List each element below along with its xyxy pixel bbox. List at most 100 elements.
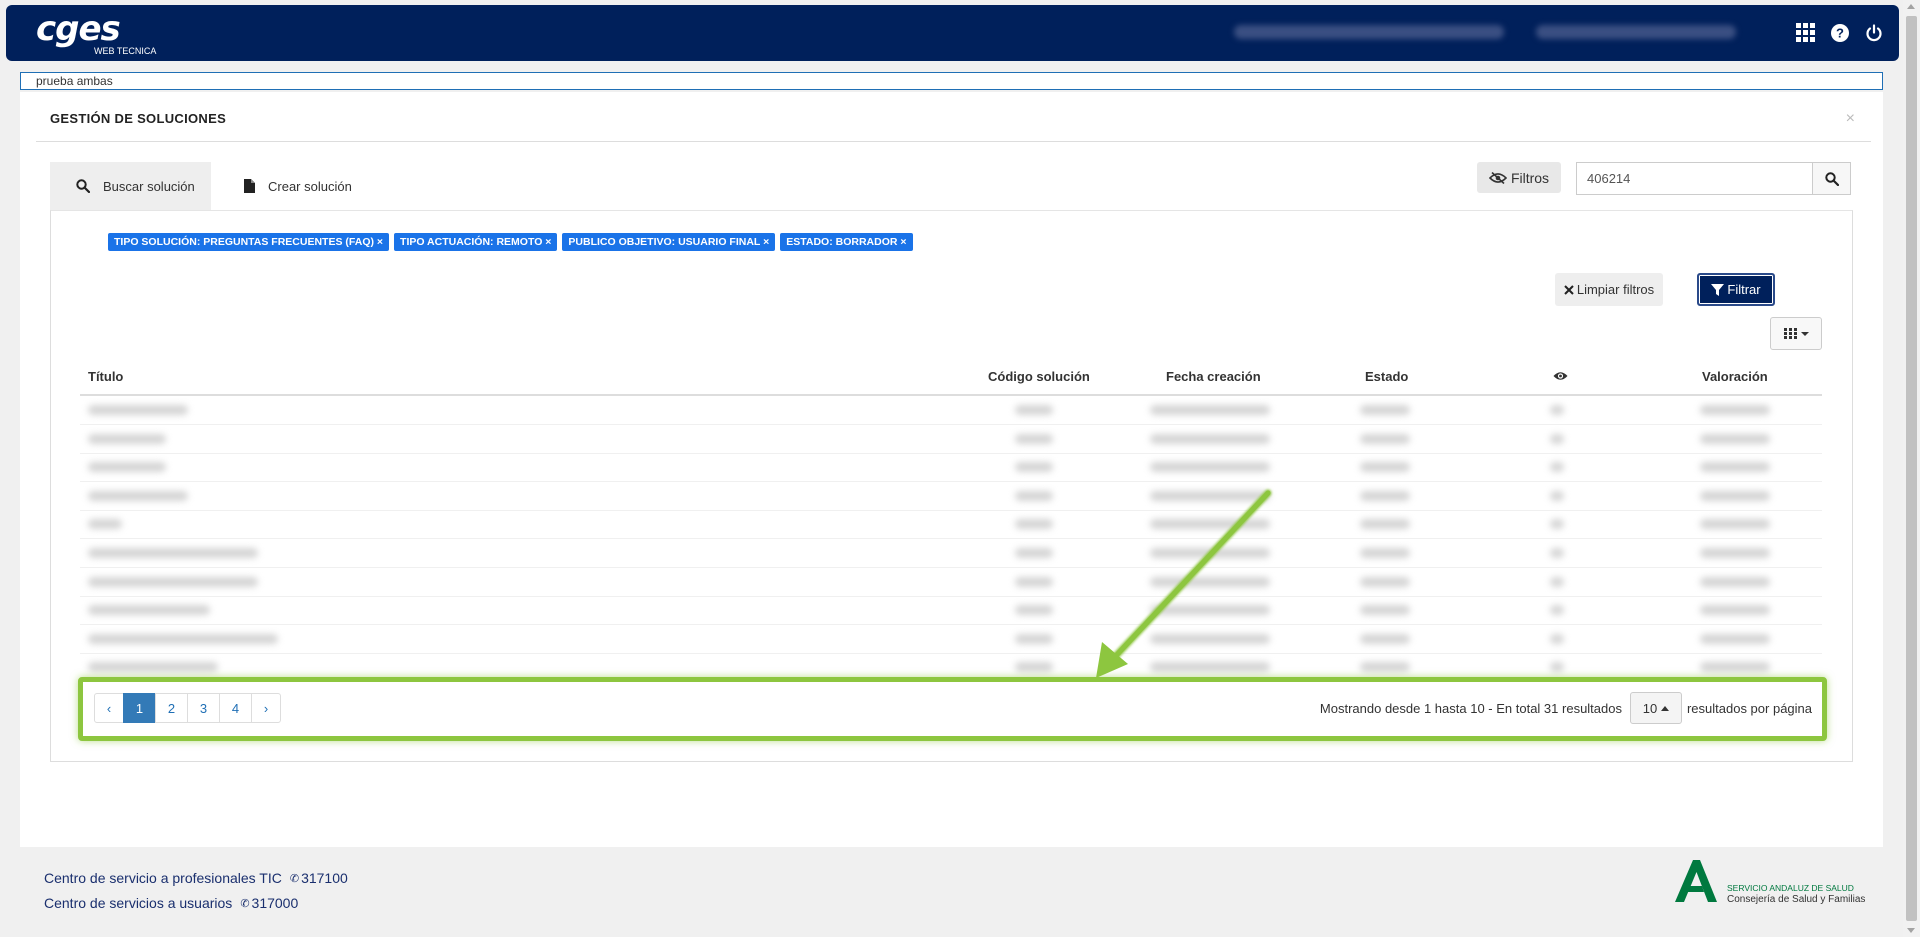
per-page-label: resultados por página [1686, 701, 1812, 716]
tab-crear-solucion[interactable]: Crear solución [226, 162, 376, 210]
document-icon [244, 179, 255, 193]
search-input[interactable]: 406214 [1576, 162, 1812, 195]
column-header-visible[interactable] [1553, 369, 1568, 384]
footer-contact-users: Centro de servicios a usuarios ✆ 317000 [44, 895, 299, 911]
open-tab-field[interactable]: prueba ambas [20, 72, 1883, 90]
filter-chip-tipo-solucion[interactable]: TIPO SOLUCIÓN: PREGUNTAS FRECUENTES (FAQ… [108, 233, 390, 251]
blurred-cell [1550, 405, 1564, 415]
toggle-filters-button[interactable]: Filtros [1477, 162, 1561, 193]
page-button-3[interactable]: 3 [187, 693, 220, 723]
blurred-cell [1700, 633, 1770, 644]
blurred-cell [1700, 576, 1770, 587]
junta-andalucia-logo-icon [1675, 860, 1717, 902]
filter-chip-estado[interactable]: ESTADO: BORRADOR × [780, 233, 913, 251]
page-scrollbar[interactable] [1903, 0, 1920, 937]
funnel-icon [1711, 283, 1725, 296]
blurred-cell [1015, 490, 1053, 501]
blurred-cell [1550, 433, 1564, 444]
column-header-fecha[interactable]: Fecha creación [1166, 369, 1261, 384]
blurred-cell [1015, 662, 1053, 673]
blurred-cell [1150, 405, 1270, 415]
blurred-session-info [1536, 25, 1736, 39]
blurred-cell [88, 576, 258, 587]
divider [36, 141, 1871, 142]
search-button[interactable] [1812, 162, 1851, 195]
grid-icon [1783, 328, 1797, 339]
table-row[interactable] [80, 482, 1822, 511]
table-row[interactable] [80, 510, 1822, 540]
page-next-button[interactable]: › [251, 693, 281, 723]
page-button-1[interactable]: 1 [123, 693, 156, 723]
blurred-cell [1015, 576, 1053, 587]
table-row[interactable] [80, 396, 1822, 425]
table-row[interactable] [80, 539, 1822, 568]
page-button-4[interactable]: 4 [219, 693, 252, 723]
blurred-cell [1700, 662, 1770, 673]
table-row[interactable] [80, 568, 1822, 597]
help-icon[interactable]: ? [1829, 22, 1851, 44]
blurred-cell [88, 662, 218, 673]
blurred-cell [1015, 405, 1053, 415]
power-icon[interactable] [1863, 22, 1885, 44]
search-icon [1824, 171, 1839, 186]
blurred-cell [1360, 433, 1410, 444]
blurred-cell [1015, 433, 1053, 444]
blurred-cell [1150, 576, 1270, 587]
search-icon [76, 179, 90, 193]
blurred-cell [1360, 519, 1410, 530]
page-footer: Centro de servicio a profesionales TIC ✆… [0, 848, 1900, 937]
top-navbar: cges WEB TECNICA ? [6, 5, 1899, 61]
blurred-cell [88, 519, 122, 530]
blurred-cell [1700, 490, 1770, 501]
table-row[interactable] [80, 625, 1822, 654]
blurred-cell [1550, 576, 1564, 587]
blurred-cell [1360, 605, 1410, 616]
page-button-2[interactable]: 2 [155, 693, 188, 723]
table-row[interactable] [80, 596, 1822, 626]
scroll-down-icon[interactable] [1907, 928, 1915, 933]
column-header-valoracion[interactable]: Valoración [1702, 369, 1768, 384]
phone-icon: ✆ [289, 872, 300, 885]
blurred-cell [1360, 462, 1410, 473]
footer-contact-professionals: Centro de servicio a profesionales TIC ✆… [44, 870, 348, 886]
column-header-titulo[interactable]: Título [88, 369, 123, 384]
pagination-bar: ‹ 1 2 3 4 › Mostrando desde 1 hasta 10 -… [78, 677, 1827, 741]
blurred-cell [1360, 490, 1410, 501]
caret-up-icon [1661, 705, 1670, 711]
blurred-cell [1150, 490, 1270, 501]
tab-buscar-solucion[interactable]: Buscar solución [50, 162, 211, 210]
blurred-cell [88, 605, 210, 616]
sas-logo: SERVICIO ANDALUZ DE SALUD Consejería de … [1673, 858, 1873, 908]
apps-grid-icon[interactable] [1795, 22, 1817, 44]
blurred-cell [1015, 519, 1053, 530]
chevron-down-icon [1800, 331, 1809, 336]
cges-logo[interactable]: cges WEB TECNICA [36, 12, 156, 56]
table-row[interactable] [80, 453, 1822, 483]
blurred-cell [1360, 576, 1410, 587]
column-header-codigo[interactable]: Código solución [988, 369, 1090, 384]
column-header-estado[interactable]: Estado [1365, 369, 1408, 384]
page-prev-button[interactable]: ‹ [94, 693, 124, 723]
page-title: GESTIÓN DE SOLUCIONES [50, 111, 227, 126]
scroll-thumb[interactable] [1906, 16, 1917, 921]
blurred-cell [1150, 548, 1270, 558]
blurred-cell [1150, 519, 1270, 530]
filter-chip-tipo-actuacion[interactable]: TIPO ACTUACIÓN: REMOTO × [394, 233, 558, 251]
apply-filters-button[interactable]: Filtrar [1697, 273, 1775, 306]
eye-slash-icon [1488, 171, 1507, 184]
blurred-user-info [1234, 25, 1504, 39]
blurred-cell [1360, 662, 1410, 673]
columns-toggle-button[interactable] [1770, 317, 1822, 350]
active-filter-chips: TIPO SOLUCIÓN: PREGUNTAS FRECUENTES (FAQ… [108, 233, 913, 251]
table-row[interactable] [80, 425, 1822, 454]
blurred-cell [88, 433, 166, 444]
blurred-cell [1550, 605, 1564, 616]
blurred-cell [1150, 462, 1270, 473]
blurred-cell [1015, 605, 1053, 616]
close-icon[interactable]: × [1846, 110, 1855, 128]
scroll-up-icon[interactable] [1907, 4, 1915, 9]
per-page-select[interactable]: 10 [1630, 692, 1682, 724]
clear-filters-button[interactable]: Limpiar filtros [1555, 273, 1663, 306]
pagination-info: Mostrando desde 1 hasta 10 - En total 31… [1319, 701, 1622, 716]
filter-chip-publico-objetivo[interactable]: PUBLICO OBJETIVO: USUARIO FINAL × [562, 233, 776, 251]
